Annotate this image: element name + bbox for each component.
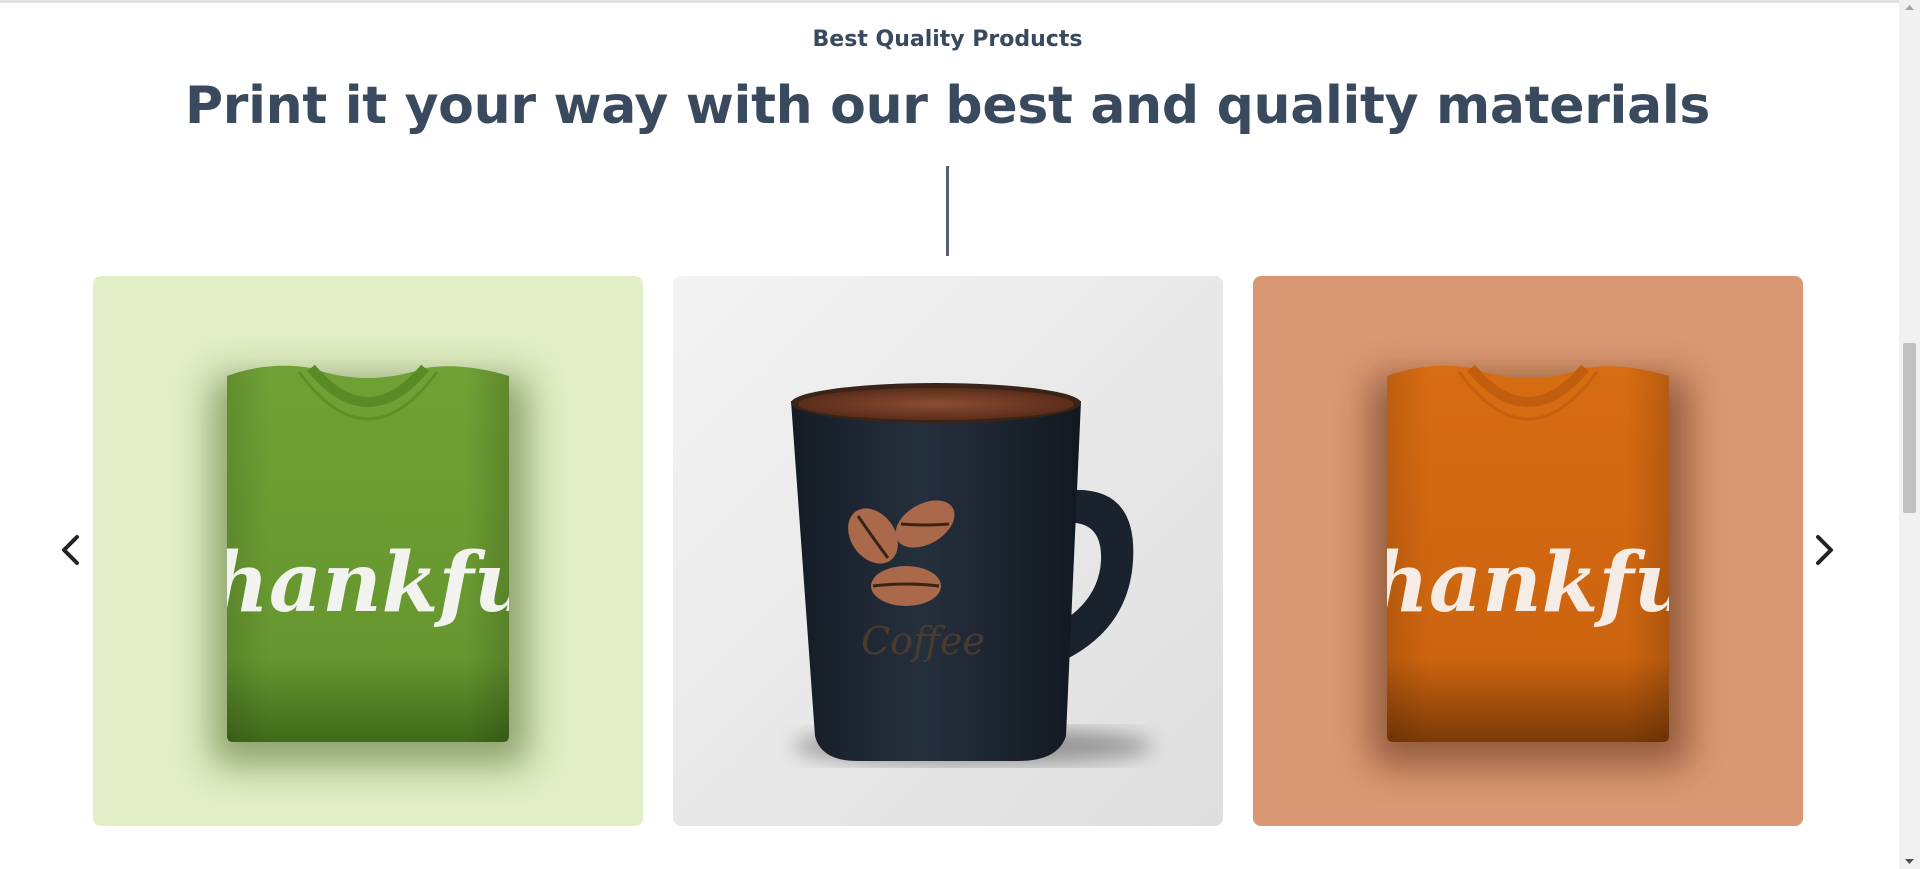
vertical-divider xyxy=(946,166,949,256)
chevron-right-icon xyxy=(1816,535,1833,565)
product-card-coffee-mug[interactable]: Coffee xyxy=(673,276,1223,826)
coffee-mug-image: Coffee xyxy=(791,383,1153,764)
product-card-orange-tshirt[interactable]: thankful xyxy=(1253,276,1803,826)
tshirt-print-text: thankful xyxy=(171,535,564,631)
product-card-green-tshirt[interactable]: thankful xyxy=(93,276,643,826)
section-eyebrow: Best Quality Products xyxy=(812,27,1083,52)
page-scrollbar[interactable] xyxy=(1899,0,1920,869)
scrollbar-thumb[interactable] xyxy=(1903,343,1916,513)
orange-tshirt-image: thankful xyxy=(1331,364,1724,766)
top-border xyxy=(0,0,1899,3)
chevron-left-icon xyxy=(62,535,79,565)
mug-print-text: Coffee xyxy=(861,619,985,663)
tshirt-print-text: thankful xyxy=(1331,535,1724,631)
carousel-next-button[interactable] xyxy=(1806,532,1842,568)
scroll-up-icon[interactable] xyxy=(1899,0,1920,17)
carousel-prev-button[interactable] xyxy=(53,532,89,568)
section-headline: Print it your way with our best and qual… xyxy=(184,76,1711,136)
green-tshirt-image: thankful xyxy=(171,364,564,766)
product-section: Best Quality Products Print it your way … xyxy=(0,0,1920,869)
scroll-down-icon[interactable] xyxy=(1899,852,1920,869)
